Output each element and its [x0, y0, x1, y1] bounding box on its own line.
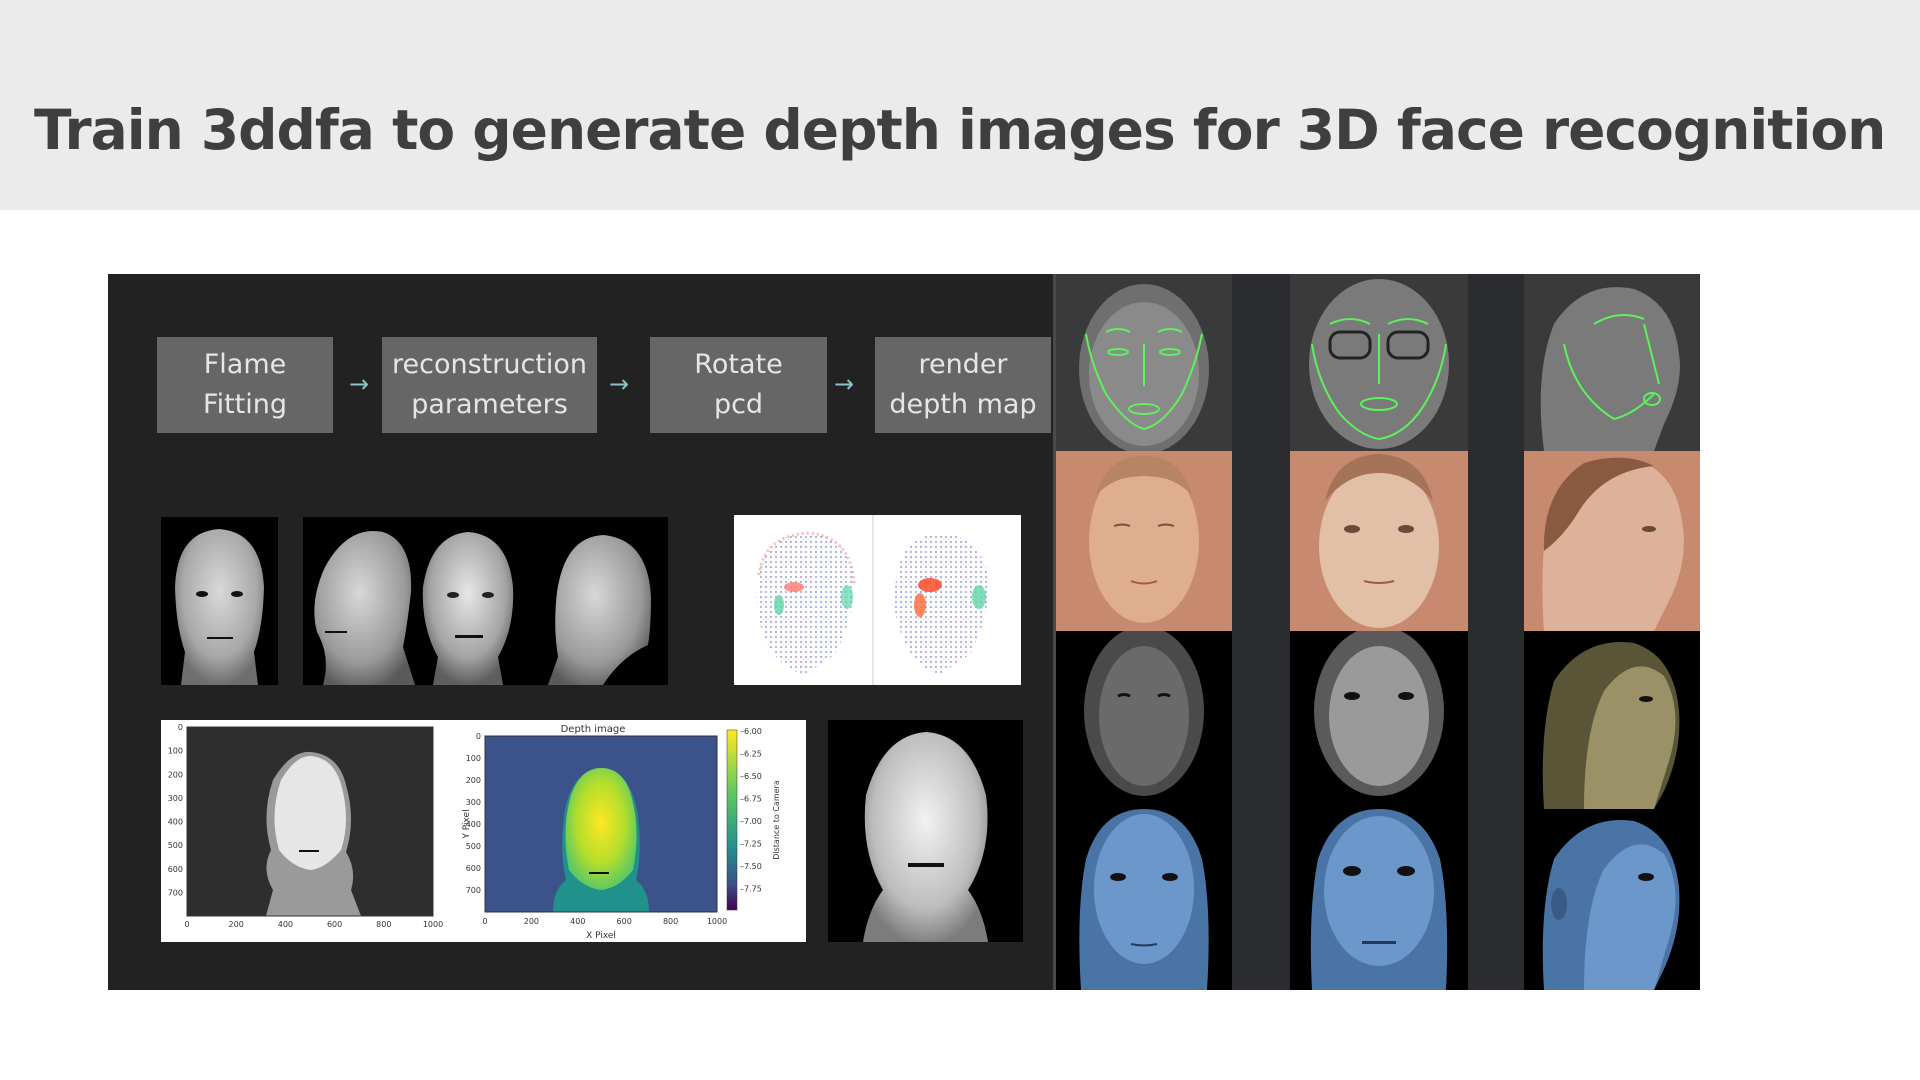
x-tick-label: 0 [482, 917, 487, 926]
colorbar-tick-label: –7.75 [740, 885, 762, 894]
step-line: depth map [889, 389, 1037, 420]
colorbar-tick-label: –7.50 [740, 862, 762, 871]
y-tick-label: 200 [466, 776, 481, 785]
x-tick-label: 600 [617, 917, 632, 926]
x-tick-label: 400 [570, 917, 585, 926]
y-tick-label: 300 [168, 794, 183, 803]
shaded-face-blue-3 [1524, 809, 1700, 990]
column-gap [1232, 274, 1290, 990]
x-tick-label: 0 [184, 920, 189, 929]
landmark-photo-1 [1056, 274, 1232, 451]
step-rotate-pcd: Rotate pcd [650, 337, 827, 433]
step-line: reconstruction [391, 349, 588, 380]
y-tick-label: 600 [466, 864, 481, 873]
rotated-head-renders [303, 517, 668, 685]
y-tick-label: 600 [168, 865, 183, 874]
depth-plot-ylabel: Y Pixel [462, 809, 472, 839]
y-tick-label: 700 [168, 888, 183, 897]
colorbar-tick-label: –6.75 [740, 795, 762, 804]
colorbar-tick-label: –7.00 [740, 817, 762, 826]
landmark-photo-3 [1524, 274, 1700, 451]
front-head-render [161, 517, 278, 685]
step-line: parameters [411, 389, 568, 420]
depth-plot-title: Depth image [561, 724, 626, 735]
arrow-icon: → [609, 370, 630, 398]
x-tick-label: 600 [327, 920, 342, 929]
step-render-depth-map: render depth map [875, 337, 1051, 433]
shaded-face-blue-2 [1290, 809, 1468, 990]
slide-title: Train 3ddfa to generate depth images for… [34, 98, 1886, 162]
final-depth-render [828, 720, 1023, 942]
y-tick-label: 300 [466, 798, 481, 807]
colorbar-tick-label: –7.25 [740, 840, 762, 849]
colorbar-tick-label: –6.50 [740, 772, 762, 781]
y-tick-label: 400 [168, 818, 183, 827]
x-tick-label: 1000 [423, 920, 443, 929]
colorbar-tick-label: –6.00 [740, 727, 762, 736]
step-line: render [918, 349, 1008, 380]
y-tick-label: 0 [476, 732, 481, 741]
y-tick-label: 100 [466, 754, 481, 763]
y-tick-label: 100 [168, 747, 183, 756]
shaded-face-blue-1 [1056, 809, 1232, 990]
shaded-face-dark-2 [1290, 631, 1468, 809]
arrow-icon: → [834, 370, 855, 398]
arrow-icon: → [349, 370, 370, 398]
y-tick-label: 0 [178, 723, 183, 732]
step-line: Flame [203, 349, 287, 380]
pipeline-figure: Flame Fitting → reconstruction parameters … [108, 274, 1700, 990]
colored-depth-plot: Depth image 0100200300400500600700 0 200 4… [462, 724, 781, 941]
texture-face-2 [1290, 451, 1468, 631]
x-tick-label: 800 [663, 917, 678, 926]
y-tick-label: 500 [168, 841, 183, 850]
step-flame-fitting: Flame Fitting [157, 337, 333, 433]
x-tick-label: 1000 [707, 917, 727, 926]
y-tick-label: 700 [466, 886, 481, 895]
y-tick-label: 200 [168, 770, 183, 779]
texture-face-1 [1056, 451, 1232, 631]
step-line: Fitting [203, 389, 287, 420]
step-line: Rotate [694, 349, 783, 380]
depth-plots-panel: 0 100 200 300 400 500 600 700 0 200 400 600 800 1000… [161, 720, 806, 942]
shaded-face-dark-1 [1056, 631, 1232, 809]
shaded-face-dark-3 [1524, 631, 1700, 809]
x-tick-label: 200 [229, 920, 244, 929]
x-tick-label: 200 [524, 917, 539, 926]
colorbar-tick-label: –6.25 [740, 750, 762, 759]
y-tick-label: 500 [466, 842, 481, 851]
column-gap [1468, 274, 1524, 990]
point-cloud-views [734, 515, 1021, 685]
colorbar-label: Distance to Camera [772, 780, 781, 860]
landmark-photo-2 [1290, 274, 1468, 451]
x-tick-label: 400 [278, 920, 293, 929]
slide-header: Train 3ddfa to generate depth images for… [0, 0, 1920, 210]
texture-face-3 [1524, 451, 1700, 631]
step-line: pcd [713, 389, 764, 420]
depth-plot-xlabel: X Pixel [586, 931, 616, 941]
x-tick-label: 800 [376, 920, 391, 929]
step-reconstruction-parameters: reconstruction parameters [382, 337, 597, 433]
